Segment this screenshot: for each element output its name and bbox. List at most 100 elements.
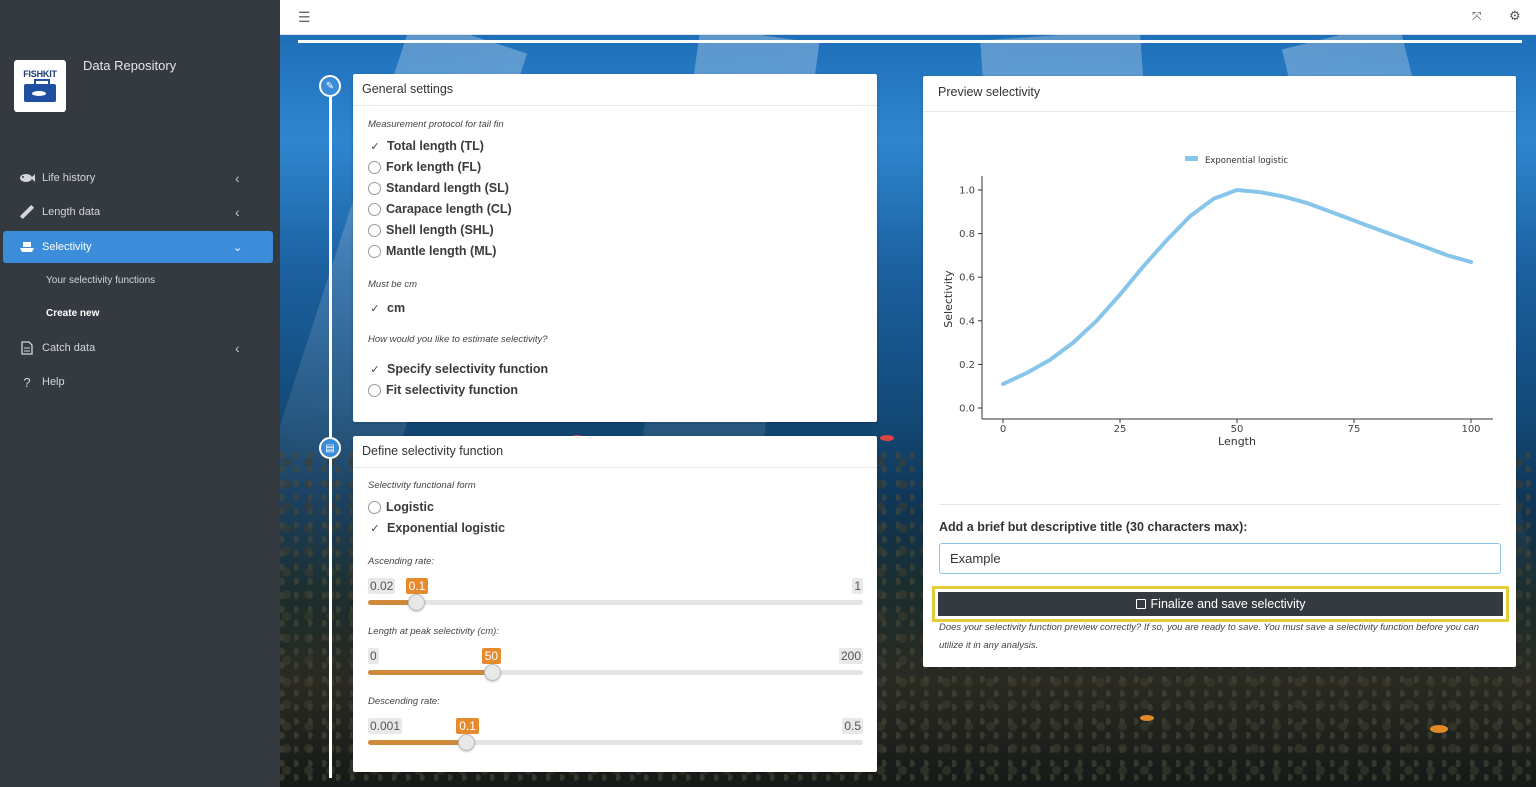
x-tick-label: 100 xyxy=(1461,424,1480,435)
sidebar-item-label: Selectivity xyxy=(42,241,92,253)
sidebar-item-label: Catch data xyxy=(42,342,96,354)
option-label: Exponential logistic xyxy=(387,521,506,535)
functional-form-option[interactable]: ✓ Exponential logistic xyxy=(368,520,505,536)
option-label: Fork length (FL) xyxy=(386,160,482,174)
app-title: Data Repository xyxy=(83,58,177,73)
protocol-option[interactable]: Carapace length (CL) xyxy=(368,201,512,217)
range-slider[interactable]: 0.001 0.5 0.1 xyxy=(368,718,863,758)
slider-handle[interactable] xyxy=(458,734,476,751)
sidebar-subitem-create-new[interactable]: Create new xyxy=(46,308,99,319)
check-icon: ✓ xyxy=(370,302,380,315)
legend-label: Exponential logistic xyxy=(1205,156,1288,166)
option-label: Standard length (SL) xyxy=(386,181,509,195)
hamburger-menu-icon[interactable]: ☰ xyxy=(298,9,311,26)
card-header: Preview selectivity xyxy=(923,76,1516,112)
y-tick-label: 0.8 xyxy=(959,229,975,240)
unit-label: Must be cm xyxy=(368,279,418,290)
sidebar-item-selectivity[interactable]: Selectivity ⌄ xyxy=(3,231,273,263)
x-tick-label: 25 xyxy=(1114,424,1127,435)
y-tick-label: 0.4 xyxy=(959,316,975,327)
range-slider[interactable]: 0.02 1 0.1 xyxy=(368,578,863,618)
radio-circle-icon xyxy=(368,181,381,195)
series-line xyxy=(1001,188,1473,387)
protocol-label: Measurement protocol for tail fin xyxy=(368,119,504,130)
sidebar-subitem-your-functions[interactable]: Your selectivity functions xyxy=(46,275,155,286)
card-header: Define selectivity function xyxy=(353,436,877,468)
slider-min: 0.02 xyxy=(368,578,396,594)
protocol-option[interactable]: Mantle length (ML) xyxy=(368,243,496,259)
slider-label: Length at peak selectivity (cm): xyxy=(368,626,499,637)
sidebar-item-help[interactable]: ? Help xyxy=(3,366,273,398)
protocol-option[interactable]: Standard length (SL) xyxy=(368,180,509,196)
preview-selectivity-card: Preview selectivity 0 25 50 75 100 0.0 0.2 0.4 0… xyxy=(923,76,1516,667)
check-icon: ✓ xyxy=(370,140,380,153)
save-note: Does your selectivity function preview c… xyxy=(939,622,1480,651)
protocol-option[interactable]: ✓ Total length (TL) xyxy=(368,138,484,154)
x-tick-label: 0 xyxy=(1000,424,1006,435)
option-label: Carapace length (CL) xyxy=(386,202,512,216)
slider-label: Descending rate: xyxy=(368,696,440,707)
chevron-left-icon: ‹ xyxy=(235,170,240,186)
protocol-option[interactable]: Shell length (SHL) xyxy=(368,222,494,238)
protocol-option[interactable]: Fork length (FL) xyxy=(368,159,481,175)
slider-max: 200 xyxy=(838,648,863,664)
fullscreen-icon[interactable]: ⤧ xyxy=(1472,9,1482,24)
option-label: Logistic xyxy=(386,500,434,514)
save-button-highlight: Finalize and save selectivity xyxy=(932,586,1509,622)
file-icon xyxy=(18,339,36,357)
estimate-option[interactable]: Fit selectivity function xyxy=(368,382,518,398)
floppy-disk-icon xyxy=(1135,599,1146,609)
divider xyxy=(298,40,1522,43)
slider-handle[interactable] xyxy=(407,594,425,611)
logo-text: FISHKIT xyxy=(23,69,57,79)
card-title: General settings xyxy=(362,82,454,96)
timeline xyxy=(329,88,332,778)
check-icon: ✓ xyxy=(370,522,380,535)
ship-icon xyxy=(18,238,36,256)
radio-circle-icon xyxy=(368,500,381,514)
fish-icon xyxy=(18,169,36,187)
save-button-label: Finalize and save selectivity xyxy=(1150,597,1306,611)
radio-circle-icon xyxy=(368,202,381,216)
radio-circle-icon xyxy=(368,383,381,397)
functional-form-option[interactable]: Logistic xyxy=(368,499,434,515)
general-settings-card: General settings Measurement protocol fo… xyxy=(353,74,877,422)
option-label: Fit selectivity function xyxy=(386,383,518,397)
title-field-label: Add a brief but descriptive title (30 ch… xyxy=(939,520,1248,534)
selectivity-chart: 0 25 50 75 100 0.0 0.2 0.4 0.6 0.8 1.0 Length Select… xyxy=(942,156,1493,448)
ruler-icon xyxy=(18,203,36,221)
check-icon: ✓ xyxy=(370,363,380,376)
range-slider[interactable]: 0 200 50 xyxy=(368,648,863,688)
radio-circle-icon xyxy=(368,223,381,237)
radio-circle-icon xyxy=(368,160,381,174)
slider-min: 0 xyxy=(368,648,379,664)
y-tick-label: 1.0 xyxy=(959,186,975,197)
define-selectivity-card: Define selectivity function Selectivity … xyxy=(353,436,877,772)
x-tick-label: 75 xyxy=(1348,424,1361,435)
slider-handle[interactable] xyxy=(483,664,501,681)
y-axis-label: Selectivity xyxy=(942,270,955,328)
gear-icon[interactable]: ⚙ xyxy=(1509,8,1521,24)
top-navbar: ☰ ⤧ ⚙ xyxy=(280,0,1536,35)
finalize-save-button[interactable]: Finalize and save selectivity xyxy=(938,592,1503,616)
unit-option-cm[interactable]: ✓ cm xyxy=(368,300,405,316)
option-label: Mantle length (ML) xyxy=(386,244,497,258)
calculator-icon: ▤ xyxy=(319,437,341,459)
title-input[interactable] xyxy=(939,543,1501,574)
sidebar-item-catch-data[interactable]: Catch data ‹ xyxy=(3,332,273,364)
sidebar-item-length-data[interactable]: Length data ‹ xyxy=(3,196,273,228)
slider-max: 0.5 xyxy=(842,718,863,734)
slider-fill xyxy=(368,670,492,675)
chevron-left-icon: ‹ xyxy=(235,204,240,220)
chevron-down-icon: ⌄ xyxy=(233,241,243,254)
y-tick-label: 0.6 xyxy=(959,273,975,284)
estimate-option[interactable]: ✓ Specify selectivity function xyxy=(368,361,548,377)
sidebar-item-label: Length data xyxy=(42,206,101,218)
radio-circle-icon xyxy=(368,244,381,258)
slider-value: 0.1 xyxy=(405,578,429,594)
sidebar-item-label: Life history xyxy=(42,172,96,184)
slider-label: Ascending rate: xyxy=(368,556,435,567)
slider-value: 0.1 xyxy=(456,718,479,734)
sidebar-item-life-history[interactable]: Life history ‹ xyxy=(3,162,273,194)
x-tick-label: 50 xyxy=(1231,424,1244,435)
